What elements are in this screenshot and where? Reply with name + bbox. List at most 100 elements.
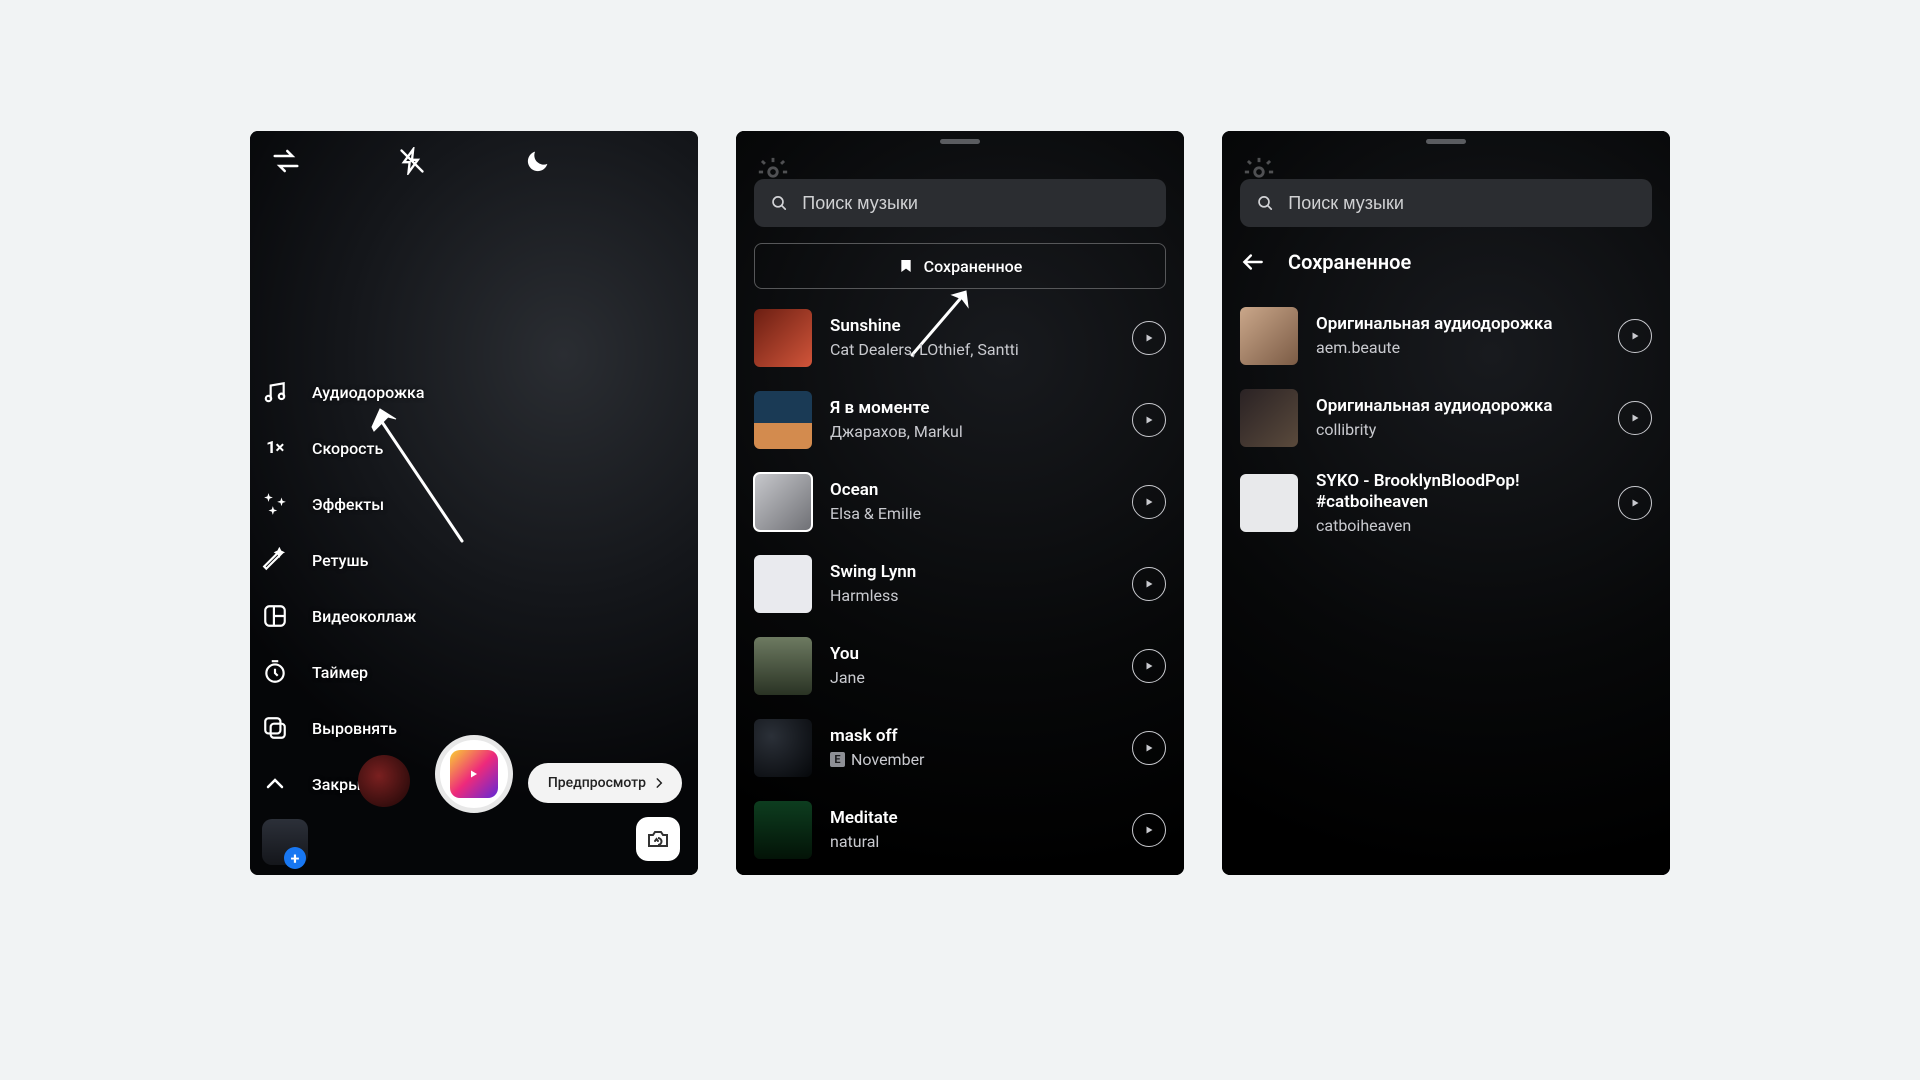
play-icon: [1629, 412, 1641, 424]
track-row[interactable]: Swing Lynn Harmless: [754, 555, 1166, 613]
track-artist: aem.beaute: [1316, 338, 1600, 358]
play-icon: [1143, 332, 1155, 344]
play-icon: [1143, 824, 1155, 836]
add-icon: +: [284, 847, 306, 869]
track-row[interactable]: Sunshine Cat Dealers, LOthief, Santti: [754, 309, 1166, 367]
track-thumb: [1240, 307, 1298, 365]
flash-off-icon[interactable]: [392, 141, 432, 181]
track-thumb: [754, 801, 812, 859]
track-row[interactable]: Meditate natural: [754, 801, 1166, 859]
play-icon: [1629, 497, 1641, 509]
tool-collage[interactable]: Видеоколлаж: [260, 601, 425, 631]
track-title: Meditate: [830, 808, 1114, 829]
play-button[interactable]: [1618, 401, 1652, 435]
speed-icon: 1×: [260, 433, 290, 463]
track-row[interactable]: Я в моменте Джарахов, Markul: [754, 391, 1166, 449]
music-icon: [260, 377, 290, 407]
play-button[interactable]: [1618, 319, 1652, 353]
timer-icon: [260, 657, 290, 687]
play-button[interactable]: [1132, 567, 1166, 601]
swap-icon[interactable]: [266, 141, 306, 181]
track-thumb: [754, 391, 812, 449]
track-row[interactable]: SYKO - BrooklynBloodPop! #catboiheavenca…: [1240, 471, 1652, 536]
play-icon: [1143, 660, 1155, 672]
track-title: SYKO - BrooklynBloodPop! #catboiheaven: [1316, 471, 1600, 514]
chevron-right-icon: [652, 776, 666, 790]
track-artist: ENovember: [830, 750, 1114, 770]
track-title: Swing Lynn: [830, 562, 1114, 583]
track-title: Я в моменте: [830, 398, 1114, 419]
tool-audio[interactable]: Аудиодорожка: [260, 377, 425, 407]
play-icon: [1143, 414, 1155, 426]
track-row[interactable]: Оригинальная аудиодорожка aem.beaute: [1240, 307, 1652, 365]
play-icon: [1629, 330, 1641, 342]
play-button[interactable]: [1618, 486, 1652, 520]
preview-button[interactable]: Предпросмотр: [528, 763, 682, 803]
shutter-button[interactable]: [435, 735, 513, 813]
bookmark-icon: [898, 258, 914, 274]
track-list: Оригинальная аудиодорожкаaem.beauteОриги…: [1240, 307, 1652, 536]
track-artist: Harmless: [830, 586, 1114, 606]
search-bar[interactable]: [1240, 179, 1652, 227]
collage-icon: [260, 601, 290, 631]
back-button[interactable]: [1240, 249, 1266, 275]
track-list: Sunshine Cat Dealers, LOthief, Santti Я в …: [754, 309, 1166, 875]
tool-timer-label: Таймер: [312, 663, 368, 682]
track-title: mask off: [830, 726, 1114, 747]
track-title: Оригинальная аудиодорожка: [1316, 314, 1600, 335]
drag-handle[interactable]: [940, 139, 980, 144]
track-title: Оригинальная аудиодорожка: [1316, 396, 1600, 417]
tool-timer[interactable]: Таймер: [260, 657, 425, 687]
preview-label: Предпросмотр: [548, 775, 646, 791]
search-input[interactable]: [802, 193, 1150, 214]
annotation-arrow: [366, 405, 476, 545]
track-artist: catboiheaven: [1316, 516, 1600, 536]
track-row[interactable]: mask off ENovember: [754, 719, 1166, 777]
music-search-screen: Сохраненное Sunshine Cat Dealers, LOthief…: [736, 131, 1184, 875]
search-icon: [770, 193, 788, 213]
play-button[interactable]: [1132, 321, 1166, 355]
track-thumb: [1240, 474, 1298, 532]
play-icon: [1143, 578, 1155, 590]
track-row[interactable]: You Jane: [754, 637, 1166, 695]
track-artist: collibrity: [1316, 420, 1600, 440]
back-arrow-icon: [1240, 249, 1266, 275]
track-thumb: [754, 473, 812, 531]
moon-icon[interactable]: [518, 141, 558, 181]
effects-icon: [260, 489, 290, 519]
play-button[interactable]: [1132, 649, 1166, 683]
track-title: You: [830, 644, 1114, 665]
track-artist: Elsa & Emilie: [830, 504, 1114, 524]
track-artist: Джарахов, Markul: [830, 422, 1114, 442]
explicit-badge: E: [830, 752, 845, 767]
track-thumb: [754, 309, 812, 367]
play-button[interactable]: [1132, 813, 1166, 847]
track-thumb: [754, 555, 812, 613]
play-icon: [1143, 496, 1155, 508]
track-row[interactable]: Ocean Elsa & Emilie: [754, 473, 1166, 531]
track-artist: natural: [830, 832, 1114, 852]
track-thumb: [754, 637, 812, 695]
tool-retouch-label: Ретушь: [312, 551, 368, 570]
retouch-icon: [260, 545, 290, 575]
saved-header: Сохраненное: [1240, 249, 1411, 275]
track-title: Sunshine: [830, 316, 1114, 337]
tool-collage-label: Видеоколлаж: [312, 607, 416, 626]
play-button[interactable]: [1132, 403, 1166, 437]
track-title: Ocean: [830, 480, 1114, 501]
play-button[interactable]: [1132, 731, 1166, 765]
saved-header-title: Сохраненное: [1288, 250, 1411, 274]
play-button[interactable]: [1132, 485, 1166, 519]
top-controls: [250, 131, 698, 191]
drag-handle[interactable]: [1426, 139, 1466, 144]
track-artist: Cat Dealers, LOthief, Santti: [830, 340, 1114, 360]
saved-button[interactable]: Сохраненное: [754, 243, 1166, 289]
track-artist: Jane: [830, 668, 1114, 688]
track-row[interactable]: Оригинальная аудиодорожка collibrity: [1240, 389, 1652, 447]
search-input[interactable]: [1288, 193, 1636, 214]
tool-retouch[interactable]: Ретушь: [260, 545, 425, 575]
search-icon: [1256, 193, 1274, 213]
search-bar[interactable]: [754, 179, 1166, 227]
switch-camera-button[interactable]: [636, 817, 680, 861]
track-thumb: [754, 719, 812, 777]
